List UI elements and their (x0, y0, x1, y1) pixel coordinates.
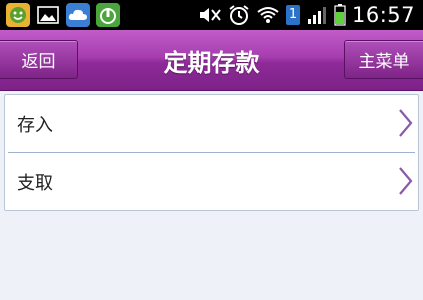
alarm-icon (228, 4, 250, 26)
mute-icon (198, 5, 222, 25)
smiley-app-icon (6, 3, 30, 27)
wifi-icon (256, 5, 280, 25)
chevron-right-icon (398, 108, 414, 143)
sim-icon: 1 (285, 5, 300, 25)
content-area: 存入 支取 (0, 91, 423, 300)
sim-slot-label: 1 (285, 5, 300, 25)
list-item-withdraw[interactable]: 支取 (5, 153, 418, 210)
system-icons: 1 16:57 (198, 0, 415, 30)
lock-app-icon (96, 3, 120, 27)
chevron-right-icon (398, 166, 414, 201)
title-bar: 返回 定期存款 主菜单 (0, 30, 423, 91)
main-menu-button[interactable]: 主菜单 (344, 40, 423, 79)
gallery-icon (36, 3, 60, 27)
signal-icon (306, 5, 328, 25)
options-list: 存入 支取 (4, 94, 419, 211)
list-item-deposit[interactable]: 存入 (5, 95, 418, 152)
notification-icons (6, 3, 120, 27)
list-item-label: 支取 (17, 172, 53, 194)
status-bar: 1 16:57 (0, 0, 423, 30)
battery-icon (334, 4, 346, 26)
back-button[interactable]: 返回 (0, 40, 78, 79)
cloud-icon (66, 3, 90, 27)
clock-time: 16:57 (351, 3, 415, 27)
list-item-label: 存入 (17, 114, 53, 136)
